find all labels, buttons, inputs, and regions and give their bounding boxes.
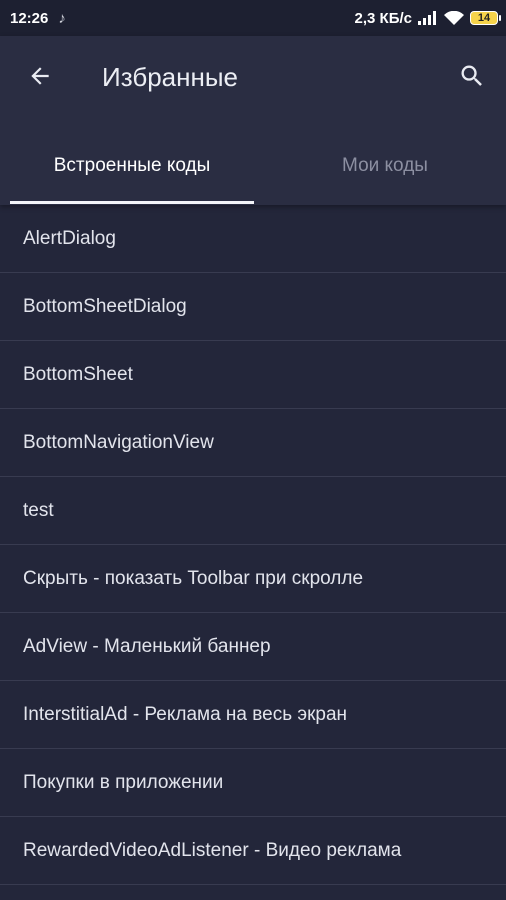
arrow-back-icon: [31, 67, 49, 85]
battery-icon: 14: [470, 11, 501, 25]
list-item[interactable]: Покупки в приложении: [0, 749, 506, 817]
status-right: 2,3 КБ/с 14: [354, 9, 501, 27]
tab-indicator: [10, 201, 254, 204]
list-item[interactable]: RewardedVideoAdListener - Видео реклама: [0, 817, 506, 885]
network-speed: 2,3 КБ/с: [354, 9, 412, 27]
status-time: 12:26: [10, 9, 49, 27]
list-item[interactable]: Скрыть - показать Toolbar при скролле: [0, 545, 506, 613]
list-item[interactable]: AdView - Маленький баннер: [0, 613, 506, 681]
tab-builtin-codes[interactable]: Встроенные коды: [0, 126, 264, 205]
tab-my-codes[interactable]: Мои коды: [264, 126, 506, 205]
list-item[interactable]: BottomSheet: [0, 341, 506, 409]
music-note-icon: ♪: [58, 9, 66, 27]
back-button[interactable]: [18, 58, 62, 94]
list-item[interactable]: test: [0, 477, 506, 545]
battery-level: 14: [477, 12, 491, 24]
list-item[interactable]: BottomSheetDialog: [0, 273, 506, 341]
signal-icon: [418, 11, 438, 25]
page-title: Избранные: [102, 62, 238, 92]
status-left: 12:26 ♪: [10, 10, 66, 27]
status-bar: 12:26 ♪ 2,3 КБ/с 14: [0, 0, 506, 36]
list-item[interactable]: BottomNavigationView: [0, 409, 506, 477]
search-button[interactable]: [450, 56, 494, 96]
app-bar: Избранные Встроенные коды Мои коды: [0, 36, 506, 205]
search-icon: [461, 65, 482, 86]
list-item[interactable]: InterstitialAd - Реклама на весь экран: [0, 681, 506, 749]
favorites-list: AlertDialog BottomSheetDialog BottomShee…: [0, 205, 506, 885]
list-item[interactable]: AlertDialog: [0, 205, 506, 273]
tab-bar: Встроенные коды Мои коды: [0, 126, 506, 205]
wifi-icon: [444, 10, 464, 26]
